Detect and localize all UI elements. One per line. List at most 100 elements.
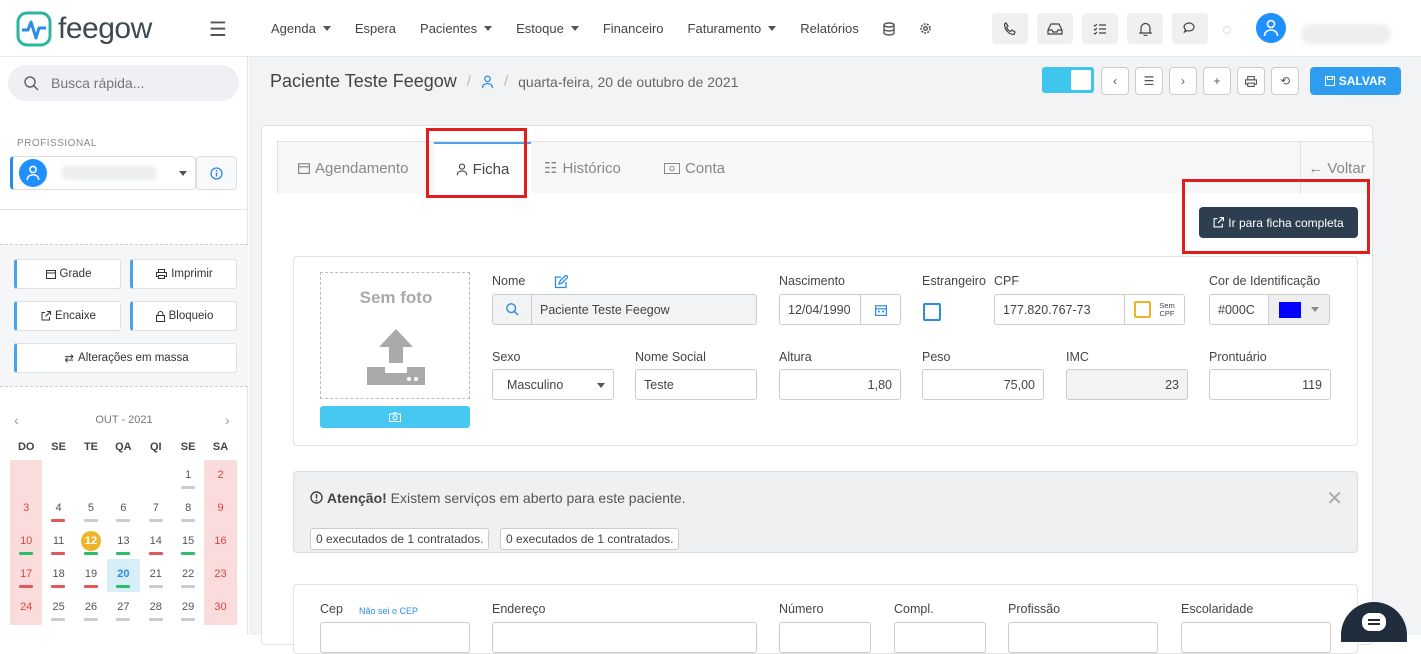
search-icon[interactable] [492, 294, 532, 325]
professional-select[interactable] [10, 156, 196, 190]
chevron-left-icon[interactable]: ‹ [1101, 67, 1129, 95]
highlight-box-ficha-tab [426, 128, 527, 198]
feegow-logo[interactable]: feegow [16, 11, 152, 47]
calendar-day[interactable]: 4 [42, 493, 74, 526]
calendar-day[interactable]: 13 [107, 526, 139, 559]
cor-input[interactable]: #000C [1209, 294, 1269, 325]
nav-espera[interactable]: Espera [355, 21, 396, 36]
bell-icon[interactable] [1127, 13, 1163, 44]
chat-icon[interactable] [1172, 13, 1208, 44]
profissao-input[interactable] [1008, 622, 1158, 653]
tab-historico[interactable]: ☷ Histórico [544, 142, 621, 194]
calendar-day[interactable]: 18 [42, 559, 74, 592]
nav-faturamento[interactable]: Faturamento [688, 21, 777, 36]
close-icon[interactable]: ✕ [1326, 486, 1343, 511]
service-chip[interactable]: 0 executados de 1 contratados. [310, 528, 490, 550]
calendar-day[interactable]: 1 [172, 460, 204, 493]
calendar-day[interactable]: 26 [75, 592, 107, 625]
cep-input[interactable] [320, 622, 470, 653]
calendar-day[interactable]: 11 [42, 526, 74, 559]
calendar-day[interactable]: 21 [140, 559, 172, 592]
peso-input[interactable]: 75,00 [922, 369, 1044, 400]
database-icon[interactable] [883, 21, 895, 36]
calendar-day[interactable]: 28 [140, 592, 172, 625]
calendar-day[interactable]: 2 [204, 460, 237, 493]
printer-icon[interactable] [1237, 67, 1265, 95]
estrangeiro-checkbox[interactable] [923, 303, 941, 321]
calendar-day[interactable]: 8 [172, 493, 204, 526]
plus-icon[interactable]: + [1203, 67, 1231, 95]
altura-input[interactable]: 1,80 [779, 369, 901, 400]
chat-icon [1362, 613, 1386, 631]
calendar-day[interactable]: 5 [75, 493, 107, 526]
calendar-day[interactable]: 24 [10, 592, 43, 625]
history-icon[interactable]: ⟲ [1271, 67, 1299, 95]
sem-cpf-toggle[interactable]: Sem CPF [1124, 294, 1185, 325]
list-icon[interactable]: ☰ [1135, 67, 1163, 95]
prontuario-input[interactable]: 119 [1209, 369, 1331, 400]
calendar-day[interactable]: 22 [172, 559, 204, 592]
calendar-day[interactable]: 27 [107, 592, 139, 625]
nav-agenda[interactable]: Agenda [271, 21, 331, 36]
camera-icon [389, 412, 401, 422]
compl-input[interactable] [894, 622, 986, 653]
numero-input[interactable] [779, 622, 871, 653]
calendar-day[interactable]: 6 [107, 493, 139, 526]
calendar-day[interactable]: 23 [204, 559, 237, 592]
phone-icon[interactable] [992, 13, 1028, 44]
camera-button[interactable] [320, 406, 470, 428]
checklist-icon[interactable] [1082, 13, 1118, 44]
endereco-input[interactable] [492, 622, 757, 653]
service-chip[interactable]: 0 executados de 1 contratados. [500, 528, 680, 550]
inbox-icon[interactable] [1037, 13, 1073, 44]
calendar-day[interactable]: 14 [140, 526, 172, 559]
calendar-icon [45, 270, 56, 279]
calendar-day[interactable]: 20 [107, 559, 140, 592]
grade-button[interactable]: Grade [14, 259, 121, 289]
gear-icon[interactable] [919, 22, 932, 35]
bloqueio-button[interactable]: Bloqueio [130, 301, 237, 331]
calendar-day[interactable]: 3 [10, 493, 43, 526]
nav-relatorios[interactable]: Relatórios [800, 21, 859, 36]
hamburger-menu-icon[interactable]: ☰ [209, 17, 227, 42]
calendar-day[interactable]: 16 [204, 526, 237, 559]
nascimento-input[interactable]: 12/04/1990 [779, 294, 861, 325]
nascimento-label: Nascimento [779, 274, 845, 288]
chevron-right-icon[interactable]: › [1169, 67, 1197, 95]
escolaridade-select[interactable] [1181, 622, 1331, 653]
nav-pacientes[interactable]: Pacientes [420, 21, 493, 36]
calendar-icon[interactable] [860, 294, 901, 325]
alteracoes-massa-button[interactable]: ⇄ Alterações em massa [14, 343, 237, 373]
tab-agendamento[interactable]: Agendamento [298, 142, 408, 194]
nome-input[interactable]: Paciente Teste Feegow [531, 294, 757, 325]
calendar-day[interactable]: 9 [204, 493, 237, 526]
color-picker[interactable] [1268, 294, 1330, 325]
save-button[interactable]: SALVAR [1310, 67, 1401, 95]
sexo-select[interactable]: Masculino [492, 369, 614, 400]
photo-placeholder[interactable]: Sem foto [320, 272, 470, 399]
calendar-day[interactable]: 15 [172, 526, 204, 559]
nav-estoque[interactable]: Estoque [516, 21, 579, 36]
user-avatar[interactable] [1256, 13, 1286, 43]
info-icon[interactable] [196, 156, 237, 190]
imprimir-button[interactable]: Imprimir [130, 259, 237, 289]
calendar-day[interactable]: 19 [75, 559, 107, 592]
calendar-day[interactable]: 7 [140, 493, 172, 526]
calendar-day[interactable]: 30 [204, 592, 237, 625]
calendar-day[interactable]: 17 [10, 559, 43, 592]
tab-conta[interactable]: Conta [664, 142, 725, 194]
sem-cpf-checkbox[interactable] [1134, 301, 1152, 318]
cpf-input[interactable]: 177.820.767-73 [994, 294, 1125, 325]
calendar-day[interactable]: 29 [172, 592, 204, 625]
quick-search-input[interactable]: Busca rápida... [8, 65, 239, 101]
chevron-right-icon[interactable]: › [225, 412, 230, 428]
nav-financeiro[interactable]: Financeiro [603, 21, 664, 36]
calendar-day[interactable]: 25 [42, 592, 74, 625]
edit-icon[interactable] [554, 275, 568, 289]
calendar-day[interactable]: 10 [10, 526, 43, 559]
toggle-switch[interactable] [1042, 67, 1094, 93]
encaixe-button[interactable]: Encaixe [14, 301, 121, 331]
nome-social-input[interactable]: Teste [635, 369, 757, 400]
calendar-day[interactable]: 12 [75, 526, 107, 559]
nao-sei-cep-link[interactable]: Não sei o CEP [359, 606, 418, 616]
